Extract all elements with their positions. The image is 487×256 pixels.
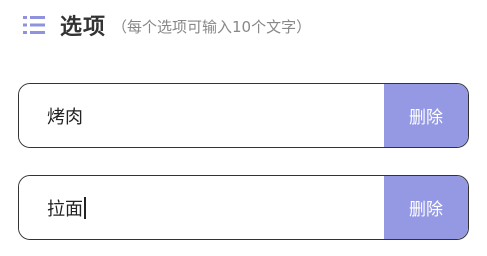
section-subtitle: （每个选项可输入10个文字） [112,18,312,36]
delete-button-2[interactable]: 删除 [384,176,468,239]
delete-button-1[interactable]: 删除 [384,84,468,147]
section-title: 选项 [60,15,107,40]
option-row-2: 拉面 删除 [18,175,469,240]
text-caret [84,196,86,219]
option-input-1[interactable]: 烤肉 [19,84,384,147]
option-input-2[interactable]: 拉面 [19,176,384,239]
option-row-1: 烤肉 删除 [18,83,469,148]
section-header: 选项 （每个选项可输入10个文字） [22,10,311,40]
option-input-2-value: 拉面 [47,198,83,220]
list-icon [23,16,45,34]
option-input-1-value: 烤肉 [47,106,83,128]
